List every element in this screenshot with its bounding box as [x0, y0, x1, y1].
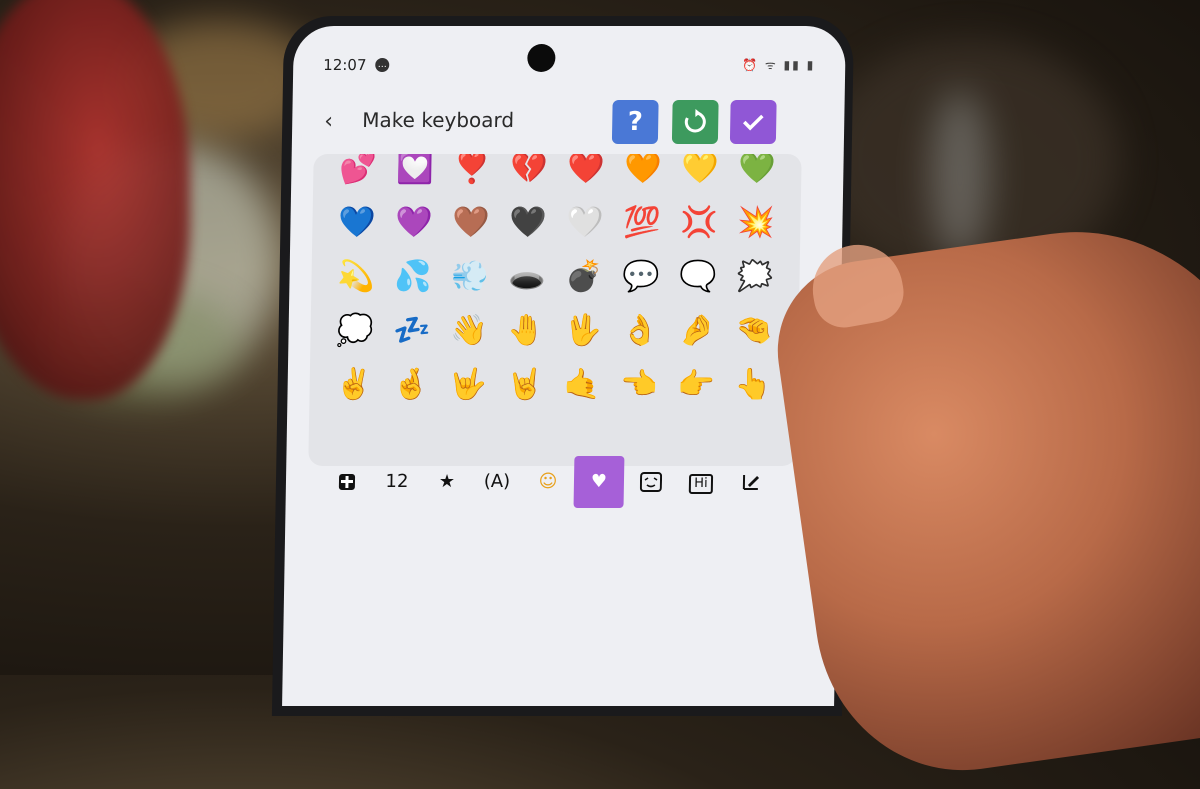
emoji-key[interactable]: 💬 — [612, 250, 670, 304]
page-title: Make keyboard — [362, 108, 515, 132]
emoji-key[interactable]: 🖤 — [499, 196, 557, 250]
emoji-key[interactable]: 💢 — [670, 196, 728, 250]
check-icon[interactable] — [729, 100, 777, 144]
emoji-grid: 💕 💟 ❣️ 💔 ❤️ 🧡 💛 💚 💙 💜 🤎 🖤 🤍 💯 💢 💥 💫 💦 💨 🕳️ 💣 💬 🗨️ 🗯️ 💭 💤 👋 🤚 🖖 👌 🤌 🤏 ✌️ 🤞… — [325, 154, 790, 412]
chevron-left-icon[interactable]: ‹ — [324, 109, 348, 134]
emoji-key[interactable]: 💯 — [613, 196, 671, 250]
keyboard-tab-bar: 12 ★ (A) ☺ ♥ Hi — [321, 456, 802, 510]
emoji-key[interactable]: 🖖 — [554, 304, 612, 358]
kaomoji-icon[interactable] — [626, 456, 677, 508]
emoji-key[interactable]: 💫 — [327, 250, 385, 304]
status-bar: 12:07 … ⏰ ᯤ ▮▮ ▮ — [323, 56, 815, 78]
left-finger — [0, 0, 190, 400]
emoji-key[interactable]: 💤 — [383, 304, 441, 358]
smiley-icon[interactable]: ☺ — [523, 456, 574, 508]
emoji-key[interactable]: 🗨️ — [669, 250, 727, 304]
emoji-key[interactable]: 💔 — [500, 154, 558, 196]
refresh-icon[interactable] — [671, 100, 719, 144]
emoji-panel: 💕 💟 ❣️ 💔 ❤️ 🧡 💛 💚 💙 💜 🤎 🖤 🤍 💯 💢 💥 💫 💦 💨 🕳️ 💣 💬 🗨️ 🗯️ 💭 💤 👋 🤚 🖖 👌 🤌 🤏 ✌️ 🤞… — [308, 154, 802, 466]
plus-box-icon[interactable] — [322, 456, 373, 508]
emoji-key[interactable]: 🤏 — [725, 304, 783, 358]
emoji-key[interactable]: 👈 — [610, 358, 668, 412]
emoji-key[interactable]: 🤎 — [442, 196, 500, 250]
tab-letters[interactable]: (A) — [472, 456, 523, 508]
emoji-key[interactable]: 🧡 — [614, 154, 672, 196]
status-time: 12:07 — [323, 56, 367, 74]
emoji-key[interactable]: 💨 — [441, 250, 499, 304]
emoji-key[interactable]: ✌️ — [325, 358, 383, 412]
status-icons: ⏰ ᯤ ▮▮ ▮ — [741, 58, 816, 72]
emoji-key[interactable]: 🤞 — [382, 358, 440, 412]
emoji-key[interactable]: 💟 — [386, 154, 444, 196]
emoji-key[interactable]: 🗯️ — [726, 250, 784, 304]
emoji-key[interactable]: 👆 — [724, 358, 782, 412]
emoji-key[interactable]: 💚 — [728, 154, 786, 196]
emoji-key[interactable]: 👋 — [440, 304, 498, 358]
emoji-key[interactable]: ❤️ — [557, 154, 615, 196]
emoji-key[interactable]: 💭 — [326, 304, 384, 358]
emoji-key[interactable]: 💦 — [384, 250, 442, 304]
emoji-key[interactable]: 🕳️ — [498, 250, 556, 304]
emoji-key[interactable]: 💣 — [555, 250, 613, 304]
emoji-key[interactable]: 💥 — [727, 196, 785, 250]
emoji-key[interactable]: 🤙 — [553, 358, 611, 412]
tab-numbers[interactable]: 12 — [372, 456, 423, 508]
emoji-key[interactable]: 👌 — [611, 304, 669, 358]
hi-icon[interactable]: Hi — [676, 456, 727, 508]
emoji-key[interactable]: 🤌 — [668, 304, 726, 358]
emoji-key[interactable]: 🤘 — [496, 358, 554, 412]
chat-bubble-icon: … — [375, 58, 390, 72]
emoji-key[interactable]: 🤍 — [556, 196, 614, 250]
emoji-key[interactable]: ❣️ — [443, 154, 501, 196]
tab-hi-label: Hi — [689, 474, 713, 494]
emoji-key[interactable]: 💛 — [671, 154, 729, 196]
heart-icon[interactable]: ♥ — [573, 456, 625, 508]
emoji-key[interactable]: 🤚 — [497, 304, 555, 358]
app-header: ‹ Make keyboard ? — [316, 100, 825, 150]
pencil-icon[interactable] — [726, 456, 777, 508]
star-icon[interactable]: ★ — [422, 456, 473, 508]
emoji-key[interactable]: 🤟 — [439, 358, 497, 412]
help-button[interactable]: ? — [611, 100, 659, 144]
emoji-key[interactable]: 💜 — [385, 196, 443, 250]
phone-screen: 12:07 … ⏰ ᯤ ▮▮ ▮ ‹ Make keyboard ? 💕 💟 ❣️ 💔… — [282, 26, 846, 706]
emoji-key[interactable]: 💙 — [328, 196, 386, 250]
emoji-key[interactable]: 💕 — [329, 154, 387, 196]
emoji-key[interactable]: 👉 — [667, 358, 725, 412]
